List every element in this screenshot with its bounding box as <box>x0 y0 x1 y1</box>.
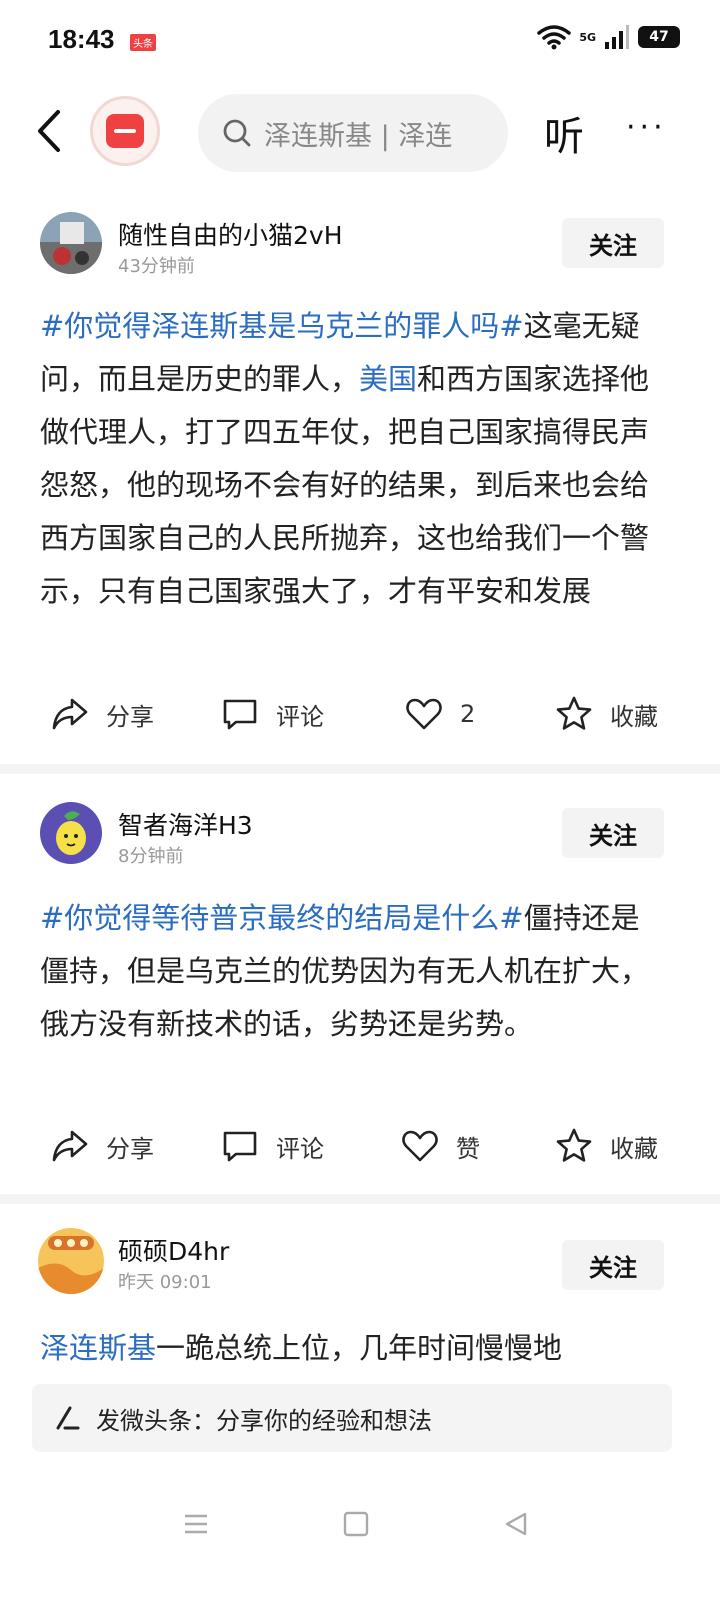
comment-label: 评论 <box>276 1134 324 1163</box>
heart-icon <box>406 698 442 730</box>
share-label: 分享 <box>106 702 154 731</box>
divider <box>0 1194 720 1204</box>
username[interactable]: 随性自由的小猫2vH <box>118 216 343 252</box>
post-header: 硕硕D4hr 昨天 09:01 关注 <box>0 1228 720 1308</box>
favorite-label: 收藏 <box>610 702 658 731</box>
compose-bar[interactable]: 发微头条：分享你的经验和想法 <box>32 1384 672 1452</box>
post-text: 和西方国家选择他做代理人，打了四五年仗，把自己国家搞得民声怨怒，他的现场不会有好… <box>40 362 650 608</box>
app-logo-mark <box>106 114 144 148</box>
network-label: 5G <box>579 30 596 44</box>
post-card: 智者海洋H3 8分钟前 关注 #你觉得等待普京最终的结局是什么#僵持还是僵持，但… <box>0 802 720 1163</box>
battery-icon: 47 <box>638 26 680 48</box>
search-query: 泽连斯基 | 泽连 <box>264 120 453 152</box>
share-icon <box>52 1130 88 1162</box>
system-nav-bar <box>0 1490 720 1560</box>
divider <box>0 764 720 774</box>
share-label: 分享 <box>106 1134 154 1163</box>
avatar[interactable] <box>40 802 102 864</box>
topic-link[interactable]: 美国 <box>359 362 417 396</box>
post-content[interactable]: #你觉得泽连斯基是乌克兰的罪人吗#这毫无疑问，而且是历史的罪人，美国和西方国家选… <box>40 300 650 618</box>
search-icon <box>223 119 251 147</box>
wifi-icon <box>537 25 572 50</box>
star-icon <box>556 1128 592 1162</box>
share-button[interactable]: 分享 <box>50 1116 154 1176</box>
comment-button[interactable]: 评论 <box>220 1116 324 1176</box>
search-bar[interactable]: 泽连斯基 | 泽连 <box>198 94 508 172</box>
favorite-button[interactable]: 收藏 <box>554 684 658 744</box>
username[interactable]: 硕硕D4hr <box>118 1232 229 1268</box>
follow-button[interactable]: 关注 <box>562 808 664 858</box>
status-time: 18:43 <box>48 24 115 54</box>
signal-icon <box>605 25 629 49</box>
app-logo[interactable] <box>90 96 160 166</box>
post-content[interactable]: #你觉得等待普京最终的结局是什么#僵持还是僵持，但是乌克兰的优势因为有无人机在扩… <box>40 892 650 1051</box>
topic-link[interactable]: 泽连斯基 <box>40 1331 156 1365</box>
heart-icon <box>402 1130 438 1162</box>
post-header: 随性自由的小猫2vH 43分钟前 关注 <box>0 212 720 292</box>
avatar[interactable] <box>40 212 102 274</box>
comment-label: 评论 <box>276 702 324 731</box>
star-icon <box>556 696 592 730</box>
follow-button[interactable]: 关注 <box>562 1240 664 1290</box>
username[interactable]: 智者海洋H3 <box>118 806 253 842</box>
favorite-button[interactable]: 收藏 <box>554 1116 658 1176</box>
app-notification-badge: 头条 <box>130 34 156 51</box>
post-time: 昨天 09:01 <box>118 1272 212 1293</box>
action-bar: 分享 评论 赞 收藏 <box>0 1116 720 1176</box>
listen-button[interactable]: 听 <box>544 104 584 162</box>
comment-icon <box>223 1131 257 1162</box>
share-button[interactable]: 分享 <box>50 684 154 744</box>
compose-placeholder: 发微头条：分享你的经验和想法 <box>96 1406 432 1435</box>
hashtag-link[interactable]: #你觉得泽连斯基是乌克兰的罪人吗# <box>40 309 524 343</box>
favorite-label: 收藏 <box>610 1134 658 1163</box>
status-bar: 18:43 头条 5G 47 <box>0 0 720 80</box>
post-content[interactable]: 泽连斯基一跪总统上位，几年时间慢慢地 <box>40 1322 650 1375</box>
menu-icon[interactable] <box>182 1510 210 1538</box>
post-card: 随性自由的小猫2vH 43分钟前 关注 #你觉得泽连斯基是乌克兰的罪人吗#这毫无… <box>0 212 720 731</box>
pen-icon <box>56 1406 80 1430</box>
home-icon[interactable] <box>342 1510 370 1538</box>
like-button[interactable]: 2 <box>404 684 475 744</box>
post-time: 43分钟前 <box>118 256 195 277</box>
post-time: 8分钟前 <box>118 846 184 867</box>
back-button[interactable] <box>30 106 70 156</box>
follow-button[interactable]: 关注 <box>562 218 664 268</box>
status-icons: 5G 47 <box>537 24 680 50</box>
comment-icon <box>223 699 257 730</box>
like-button[interactable]: 赞 <box>400 1116 480 1176</box>
like-label: 赞 <box>456 1134 480 1163</box>
comment-button[interactable]: 评论 <box>220 684 324 744</box>
more-button[interactable]: ··· <box>626 110 667 145</box>
action-bar: 分享 评论 2 收藏 <box>0 684 720 744</box>
avatar[interactable] <box>38 1228 104 1294</box>
hashtag-link[interactable]: #你觉得等待普京最终的结局是什么# <box>40 901 524 935</box>
battery-level: 47 <box>649 29 669 45</box>
post-card: 硕硕D4hr 昨天 09:01 关注 泽连斯基一跪总统上位，几年时间慢慢地 <box>0 1228 720 1365</box>
top-nav: 泽连斯基 | 泽连 听 ··· <box>0 88 720 178</box>
post-header: 智者海洋H3 8分钟前 关注 <box>0 802 720 882</box>
post-text: 一跪总统上位，几年时间慢慢地 <box>156 1331 563 1365</box>
back-nav-icon[interactable] <box>502 1510 530 1538</box>
like-count: 2 <box>460 700 476 728</box>
share-icon <box>52 698 88 730</box>
